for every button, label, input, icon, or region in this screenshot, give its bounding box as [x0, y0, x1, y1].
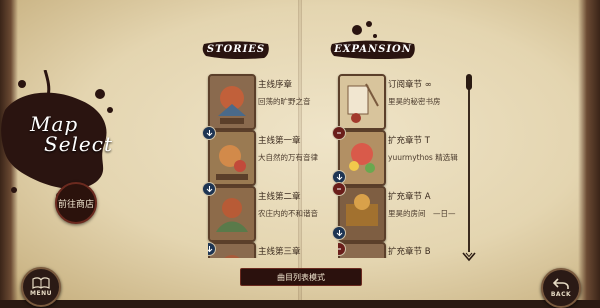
expansion-title: 扩充章节 A: [388, 192, 431, 202]
scroll-down-icon[interactable]: [462, 252, 476, 262]
expansion-entry-subscription[interactable]: 订阅章节 ∞ 里昊的秘密书房: [338, 74, 458, 134]
story-subtitle: 大自然的万有音律: [258, 153, 318, 162]
expansion-header: EXPANSION: [330, 38, 416, 60]
expansion-entry-b[interactable]: 扩充章节 B: [338, 242, 458, 258]
book-icon: [32, 277, 50, 289]
expansion-subtitle: 里昊的秘密书房: [388, 97, 441, 106]
list-mode-label: 曲目列表模式: [277, 272, 325, 282]
scrollbar-thumb[interactable]: [466, 74, 472, 90]
back-arrow-icon: [553, 278, 569, 289]
expansion-title: 扩充章节 B: [388, 247, 431, 257]
story-title: 主线第二章: [258, 192, 301, 202]
track-list-mode-button[interactable]: 曲目列表模式: [240, 268, 362, 286]
scrollbar-track[interactable]: [468, 80, 470, 252]
expansion-title: 扩充章节 T: [388, 136, 430, 146]
expansion-subtitle: yuurmythos 精选辑: [388, 153, 458, 162]
map-title-line2: Select: [44, 132, 114, 156]
story-thumbnail: [208, 130, 256, 186]
expansion-badge-icon: [332, 126, 346, 140]
expansion-thumbnail: [338, 74, 386, 130]
map-title-line1: Map: [30, 112, 79, 136]
expansion-title: 订阅章节 ∞: [388, 80, 432, 90]
go-to-shop-button[interactable]: 前往商店: [55, 182, 97, 224]
story-subtitle: 农庄内的不和谐音: [258, 209, 318, 218]
story-thumbnail: [208, 186, 256, 242]
download-icon: [202, 182, 216, 196]
menu-button-label: MENU: [30, 290, 52, 297]
download-icon: [202, 126, 216, 140]
story-entry-chapter3[interactable]: 主线第三章: [208, 242, 318, 258]
story-subtitle: 回荡的旷野之音: [258, 97, 311, 106]
back-button-label: BACK: [550, 291, 572, 298]
story-title: 主线第三章: [258, 247, 301, 257]
story-entry-chapter2[interactable]: 主线第二章 农庄内的不和谐音: [202, 182, 318, 246]
story-thumbnail: [208, 74, 256, 130]
expansion-badge-icon: [332, 182, 346, 196]
book-page: Map Select 前往商店 STORIES EXPANSION 主线序章 回…: [0, 0, 600, 308]
back-button[interactable]: BACK: [541, 268, 581, 308]
story-title: 主线序章: [258, 80, 293, 90]
story-entry-chapter1[interactable]: 主线第一章 大自然的万有音律: [202, 126, 318, 190]
stories-header: STORIES: [202, 38, 270, 60]
expansion-entry-a[interactable]: 扩充章节 A 里昊的房间 —日—: [332, 182, 458, 246]
expansion-header-label: EXPANSION: [334, 43, 412, 55]
story-entry-prologue[interactable]: 主线序章 回荡的旷野之音: [208, 74, 318, 134]
stories-header-label: STORIES: [206, 43, 266, 55]
expansion-entry-t[interactable]: 扩充章节 T yuurmythos 精选辑: [332, 126, 458, 190]
download-icon: [332, 226, 346, 240]
map-select-title: Map Select: [30, 114, 113, 154]
expansion-subtitle: 里昊的房间 —日—: [388, 209, 456, 218]
book-right-edge: [578, 0, 600, 300]
menu-button[interactable]: MENU: [21, 267, 61, 307]
story-title: 主线第一章: [258, 136, 301, 146]
shop-button-label: 前往商店: [57, 199, 94, 210]
